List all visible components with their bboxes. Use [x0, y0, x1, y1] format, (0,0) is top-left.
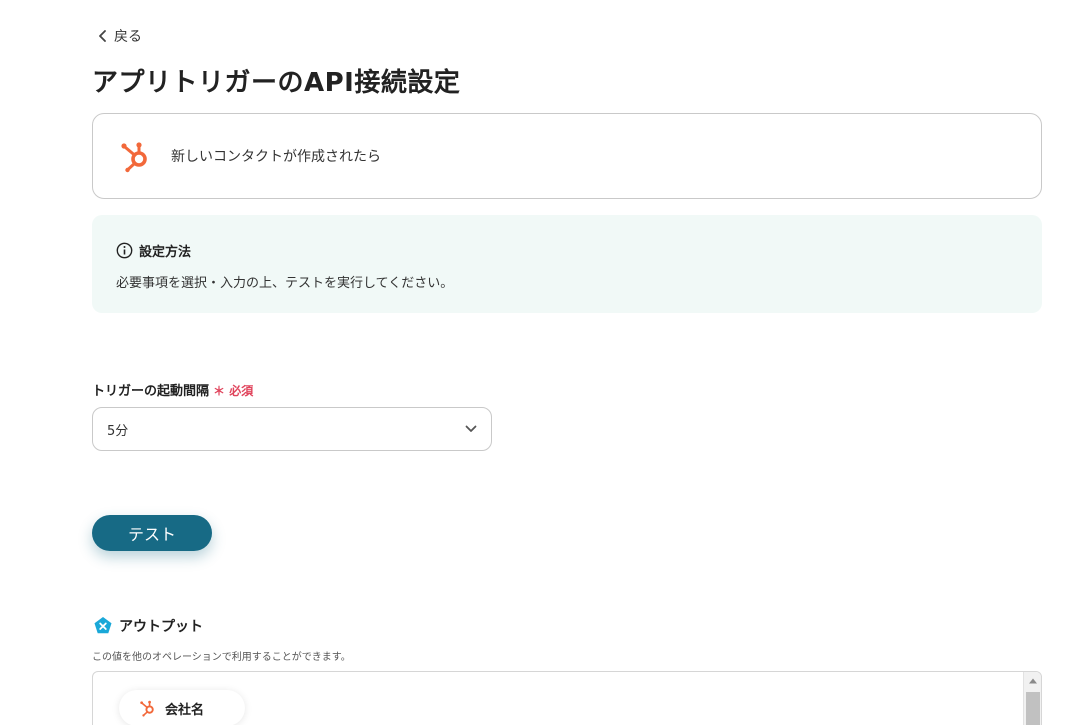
setup-info-box: 設定方法 必要事項を選択・入力の上、テストを実行してください。 — [92, 215, 1042, 313]
info-body-text: 必要事項を選択・入力の上、テストを実行してください。 — [116, 276, 454, 291]
output-panel: 会社名 — [92, 671, 1042, 725]
scroll-up-arrow-icon[interactable] — [1024, 672, 1041, 689]
output-scrollbar[interactable] — [1023, 672, 1041, 725]
scroll-thumb[interactable] — [1026, 692, 1040, 725]
required-badge: ＊ 必須 — [213, 384, 254, 398]
output-chip-label: 会社名 — [165, 702, 205, 718]
info-heading-text: 設定方法 — [139, 245, 192, 260]
chevron-left-icon — [99, 30, 106, 42]
back-link[interactable]: 戻る — [98, 26, 142, 46]
hubspot-icon — [121, 142, 147, 173]
page-title: アプリトリガーのAPI接続設定 — [92, 68, 461, 98]
chevron-down-icon — [465, 425, 477, 432]
interval-select-value: 5分 — [107, 423, 129, 439]
page: 戻る アプリトリガーのAPI接続設定 新しいコンタクトが作成されたら 設定方法 … — [0, 0, 1092, 725]
output-heading-text: アウトプット — [119, 619, 203, 635]
trigger-app-label: 新しいコンタクトが作成されたら — [171, 149, 381, 165]
interval-select[interactable]: 5分 — [92, 407, 492, 451]
info-icon — [116, 242, 133, 259]
interval-label-text: トリガーの起動間隔 — [92, 384, 210, 399]
output-heading: アウトプット — [93, 616, 203, 636]
hubspot-icon — [140, 700, 154, 717]
info-heading: 設定方法 — [116, 241, 1018, 260]
test-button[interactable]: テスト — [92, 515, 212, 551]
interval-field-label: トリガーの起動間隔 ＊ 必須 — [92, 380, 253, 399]
trigger-app-card: 新しいコンタクトが作成されたら — [92, 113, 1042, 199]
output-description: この値を他のオペレーションで利用することができます。 — [92, 652, 351, 663]
output-icon — [94, 617, 112, 634]
output-chip-company-name[interactable]: 会社名 — [119, 690, 245, 725]
back-label: 戻る — [114, 29, 142, 45]
